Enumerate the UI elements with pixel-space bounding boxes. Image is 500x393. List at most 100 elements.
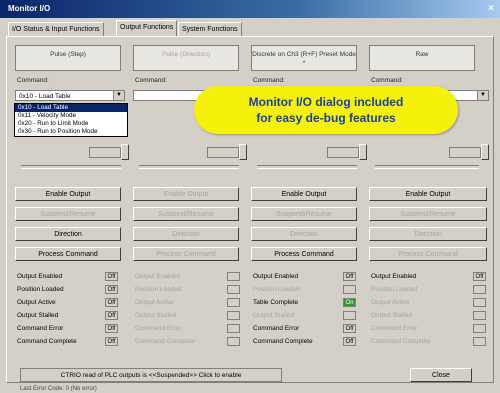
status-label: Command Complete xyxy=(135,338,195,345)
ctrio-enable-button[interactable]: CTRIO read of PLC outputs is <<Suspended… xyxy=(20,368,282,382)
status-indicator xyxy=(227,285,240,294)
status-label: Table Complete xyxy=(253,299,299,306)
status-label: Command Error xyxy=(371,325,418,332)
command-select[interactable]: 0x10 - Load Table ▼ xyxy=(15,90,125,101)
column-header-pulse-step: Pulse (Step) xyxy=(15,45,121,71)
column-header-discrete-ch3: Discrete on Ch3 (R+F) Preset Mode * xyxy=(251,45,357,71)
dropdown-option[interactable]: 0x30 - Run to Position Mode xyxy=(15,128,127,136)
status-label: Command Complete xyxy=(253,338,313,345)
suspend-resume-button[interactable]: Suspend/Resume xyxy=(251,207,357,221)
status-label: Output Stalled xyxy=(135,312,177,319)
tab-system-functions[interactable]: System Functions xyxy=(178,22,242,36)
status-indicator: Off xyxy=(343,324,356,333)
dropdown-option[interactable]: 0x20 - Run to Limit Mode xyxy=(15,120,127,128)
slider-thumb[interactable] xyxy=(239,144,247,160)
status-indicator xyxy=(227,311,240,320)
slider-track[interactable] xyxy=(139,165,239,169)
status-label: Command Error xyxy=(135,325,182,332)
enable-output-button[interactable]: Enable Output xyxy=(251,187,357,201)
chevron-down-icon[interactable]: ▼ xyxy=(113,91,124,100)
process-command-button[interactable]: Process Command xyxy=(251,247,357,261)
status-indicator xyxy=(473,311,486,320)
enable-output-button[interactable]: Enable Output xyxy=(15,187,121,201)
command-label: Command: xyxy=(135,77,167,84)
status-indicator-on: On xyxy=(343,298,356,307)
enable-output-button[interactable]: Enable Output xyxy=(369,187,487,201)
status-indicator xyxy=(343,285,356,294)
status-indicator xyxy=(227,337,240,346)
status-indicator xyxy=(473,285,486,294)
status-label: Command Error xyxy=(17,325,64,332)
status-indicator: Off xyxy=(343,337,356,346)
process-command-button[interactable]: Process Command xyxy=(369,247,487,261)
status-indicator xyxy=(473,298,486,307)
status-indicator: Off xyxy=(105,337,118,346)
close-button[interactable]: Close xyxy=(410,368,472,382)
status-label: Command Error xyxy=(253,325,300,332)
status-label: Position Loaded xyxy=(371,286,418,293)
slider-track[interactable] xyxy=(257,165,357,169)
direction-button[interactable]: Direction xyxy=(251,227,357,241)
dropdown-option[interactable]: 0x10 - Load Table xyxy=(15,104,127,112)
column-header-pulse-direction: Pulse (Direction) xyxy=(133,45,239,71)
close-icon[interactable]: × xyxy=(488,3,494,14)
monitor-io-window: Monitor I/O × I/O Status & Input Functio… xyxy=(0,0,500,393)
status-indicator: Off xyxy=(105,272,118,281)
status-label: Output Enabled xyxy=(17,273,63,280)
status-indicator: Off xyxy=(105,285,118,294)
title-bar: Monitor I/O × xyxy=(0,0,500,18)
direction-button[interactable]: Direction xyxy=(369,227,487,241)
status-label: Output Active xyxy=(371,299,410,306)
status-indicator: Off xyxy=(105,311,118,320)
status-indicator xyxy=(473,337,486,346)
value-field[interactable] xyxy=(89,147,121,158)
status-label: Output Enabled xyxy=(253,273,299,280)
command-label: Command: xyxy=(253,77,285,84)
command-label: Command: xyxy=(17,77,49,84)
process-command-button[interactable]: Process Command xyxy=(133,247,239,261)
slider-track[interactable] xyxy=(21,165,121,169)
status-line: Last Error Code: 0 (No error) xyxy=(20,386,97,392)
status-label: Position Loaded xyxy=(253,286,300,293)
dropdown-option[interactable]: 0x11 - Velocity Mode xyxy=(15,112,127,120)
chevron-down-icon[interactable]: ▼ xyxy=(477,91,488,100)
status-indicator: Off xyxy=(473,272,486,281)
value-field[interactable] xyxy=(207,147,239,158)
status-label: Position Loaded xyxy=(17,286,64,293)
slider-thumb[interactable] xyxy=(121,144,129,160)
status-label: Output Stalled xyxy=(371,312,413,319)
status-label: Output Enabled xyxy=(371,273,417,280)
enable-output-button[interactable]: Enable Output xyxy=(133,187,239,201)
slider-track[interactable] xyxy=(375,165,479,169)
slider-thumb[interactable] xyxy=(481,144,489,160)
status-label: Output Stalled xyxy=(17,312,59,319)
command-label: Command: xyxy=(371,77,403,84)
status-label: Output Stalled xyxy=(253,312,295,319)
value-field[interactable] xyxy=(449,147,481,158)
status-indicator: Off xyxy=(343,272,356,281)
status-label: Command Complete xyxy=(371,338,431,345)
status-indicator xyxy=(473,324,486,333)
value-field[interactable] xyxy=(327,147,359,158)
tab-io-status[interactable]: I/O Status & Input Functions xyxy=(8,22,104,36)
direction-button[interactable]: Direction xyxy=(133,227,239,241)
status-indicator xyxy=(227,324,240,333)
status-label: Command Complete xyxy=(17,338,77,345)
direction-button[interactable]: Direction xyxy=(15,227,121,241)
suspend-resume-button[interactable]: Suspend/Resume xyxy=(15,207,121,221)
process-command-button[interactable]: Process Command xyxy=(15,247,121,261)
status-indicator: Off xyxy=(105,298,118,307)
status-label: Output Enabled xyxy=(135,273,181,280)
status-indicator xyxy=(343,311,356,320)
status-indicator: Off xyxy=(105,324,118,333)
suspend-resume-button[interactable]: Suspend/Resume xyxy=(369,207,487,221)
tab-output-functions[interactable]: Output Functions xyxy=(116,20,178,36)
status-indicator xyxy=(227,298,240,307)
status-label: Output Active xyxy=(135,299,174,306)
command-dropdown-list[interactable]: 0x10 - Load Table 0x11 - Velocity Mode 0… xyxy=(14,103,128,137)
callout-line-2: for easy de-bug features xyxy=(256,111,396,125)
suspend-resume-button[interactable]: Suspend/Resume xyxy=(133,207,239,221)
status-indicator xyxy=(227,272,240,281)
slider-thumb[interactable] xyxy=(359,144,367,160)
window-title: Monitor I/O xyxy=(8,4,51,13)
